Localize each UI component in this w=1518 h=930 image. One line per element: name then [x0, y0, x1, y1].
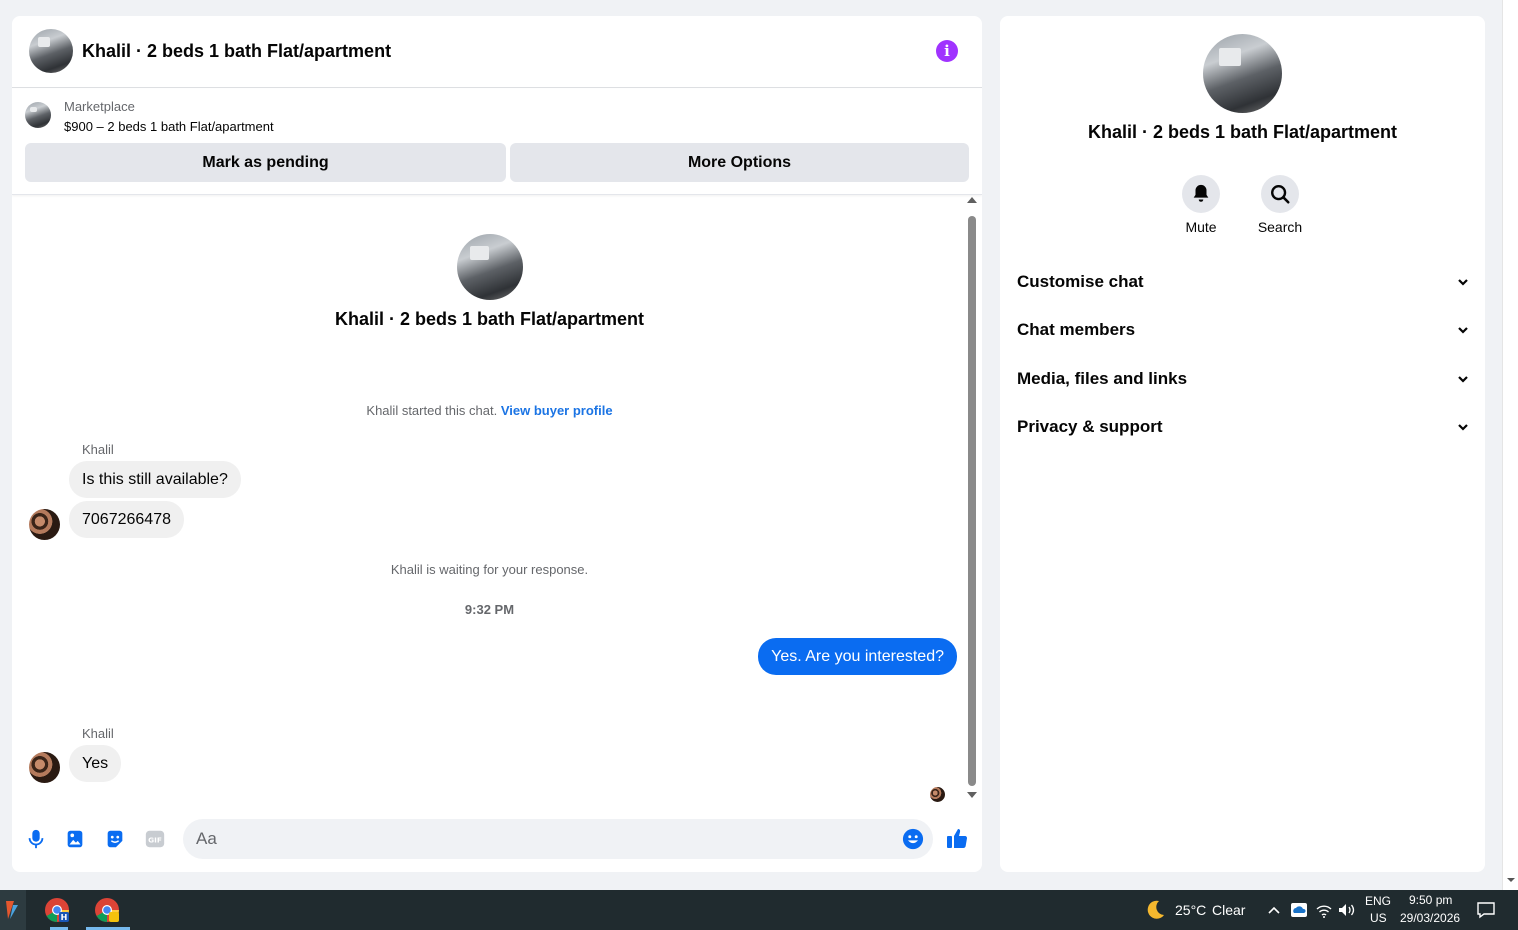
clock-time[interactable]: 9:50 pm [1409, 893, 1452, 907]
incoming-message[interactable]: Is this still available? [69, 461, 241, 498]
search-button[interactable]: Search [1250, 175, 1310, 235]
info-icon[interactable]: i [936, 40, 958, 62]
volume-icon[interactable] [1338, 903, 1356, 917]
mute-button[interactable]: Mute [1171, 175, 1231, 235]
chevron-down-icon [1458, 376, 1468, 383]
details-listing-avatar[interactable] [1203, 34, 1282, 113]
chrome-app-button-2[interactable] [94, 897, 120, 923]
section-customise-chat[interactable]: Customise chat [1017, 266, 1469, 298]
chrome-app-button-1[interactable]: H [44, 897, 70, 923]
chevron-down-icon [1458, 424, 1468, 431]
start-button[interactable] [0, 890, 26, 930]
chat-started-line: Khalil started this chat. View buyer pro… [12, 403, 967, 418]
page-scrollbar[interactable] [1502, 0, 1518, 890]
message-timestamp: 9:32 PM [464, 602, 515, 617]
chevron-down-icon [1458, 279, 1468, 286]
section-privacy-support[interactable]: Privacy & support [1017, 411, 1469, 443]
scroll-up-arrow[interactable] [967, 197, 977, 203]
language-region[interactable]: US [1370, 911, 1387, 925]
section-media-files-links[interactable]: Media, files and links [1017, 363, 1469, 395]
mark-as-pending-button[interactable]: Mark as pending [25, 143, 506, 182]
sender-avatar[interactable] [29, 752, 60, 783]
chat-title[interactable]: Khalil · 2 beds 1 bath Flat/apartment [82, 41, 391, 62]
bell-icon [1193, 184, 1209, 202]
start-logo-icon [6, 901, 18, 919]
scrollbar-thumb[interactable] [968, 216, 976, 786]
listing-price[interactable]: $900 – 2 beds 1 bath Flat/apartment [64, 119, 274, 134]
weather-temp[interactable]: 25°C [1175, 902, 1206, 918]
more-options-button[interactable]: More Options [510, 143, 969, 182]
gif-icon[interactable]: GIF [144, 828, 166, 850]
sender-name: Khalil [82, 442, 114, 457]
section-label: Customise chat [1017, 272, 1144, 291]
chevron-up-icon[interactable] [1267, 905, 1281, 915]
chat-header: Khalil · 2 beds 1 bath Flat/apartment i [12, 16, 982, 88]
read-receipt-avatar [930, 787, 945, 802]
wifi-icon[interactable] [1316, 904, 1332, 918]
taskbar: H 25°C Clear ENG US 9:50 pm 29/03/2026 [0, 890, 1518, 930]
sender-name: Khalil [82, 726, 114, 741]
sticker-icon[interactable] [104, 828, 126, 850]
chat-started-text: Khalil started this chat. [366, 403, 498, 418]
section-chat-members[interactable]: Chat members [1017, 314, 1469, 346]
incoming-message[interactable]: Yes [69, 745, 122, 782]
chat-panel: Khalil · 2 beds 1 bath Flat/apartment i … [12, 16, 982, 872]
sender-avatar[interactable] [29, 509, 60, 540]
outgoing-message[interactable]: Yes. Are you interested? [758, 638, 957, 675]
chrome-icon [95, 898, 120, 922]
view-buyer-profile-link[interactable]: View buyer profile [501, 403, 613, 418]
chrome-icon: H [45, 898, 70, 922]
waiting-notice: Khalil is waiting for your response. [390, 562, 589, 577]
intro-listing-avatar [457, 234, 523, 300]
chevron-down-icon [1458, 327, 1468, 334]
section-label: Media, files and links [1017, 369, 1188, 388]
section-label: Privacy & support [1017, 417, 1163, 436]
svg-text:H: H [61, 913, 68, 922]
details-title: Khalil · 2 beds 1 bath Flat/apartment [1087, 122, 1398, 142]
listing-avatar[interactable] [29, 29, 73, 73]
photo-icon[interactable] [64, 828, 86, 850]
composer: GIF [12, 816, 982, 862]
moon-icon[interactable] [1144, 899, 1166, 921]
listing-thumbnail[interactable] [25, 102, 51, 128]
scroll-down-arrow-icon[interactable] [1506, 876, 1516, 884]
mute-label: Mute [1185, 219, 1217, 235]
section-label: Chat members [1017, 320, 1136, 339]
search-label: Search [1257, 219, 1303, 235]
onedrive-icon[interactable] [1290, 902, 1308, 918]
emoji-icon[interactable] [902, 828, 924, 850]
clock-date[interactable]: 29/03/2026 [1400, 911, 1460, 925]
scroll-down-arrow[interactable] [967, 792, 977, 798]
notification-icon[interactable] [1476, 901, 1496, 919]
intro-title: Khalil · 2 beds 1 bath Flat/apartment [334, 309, 645, 329]
microphone-icon[interactable] [25, 828, 47, 850]
marketplace-bar: Marketplace $900 – 2 beds 1 bath Flat/ap… [12, 89, 982, 195]
marketplace-label: Marketplace [64, 99, 135, 114]
details-panel: Khalil · 2 beds 1 bath Flat/apartment Mu… [1000, 16, 1485, 872]
like-thumb-icon[interactable] [946, 826, 970, 850]
language-code[interactable]: ENG [1365, 894, 1391, 908]
incoming-message[interactable]: 7067266478 [69, 501, 184, 538]
search-icon [1271, 185, 1290, 204]
weather-condition[interactable]: Clear [1212, 902, 1245, 918]
message-input[interactable] [183, 819, 933, 859]
svg-text:GIF: GIF [148, 836, 162, 845]
